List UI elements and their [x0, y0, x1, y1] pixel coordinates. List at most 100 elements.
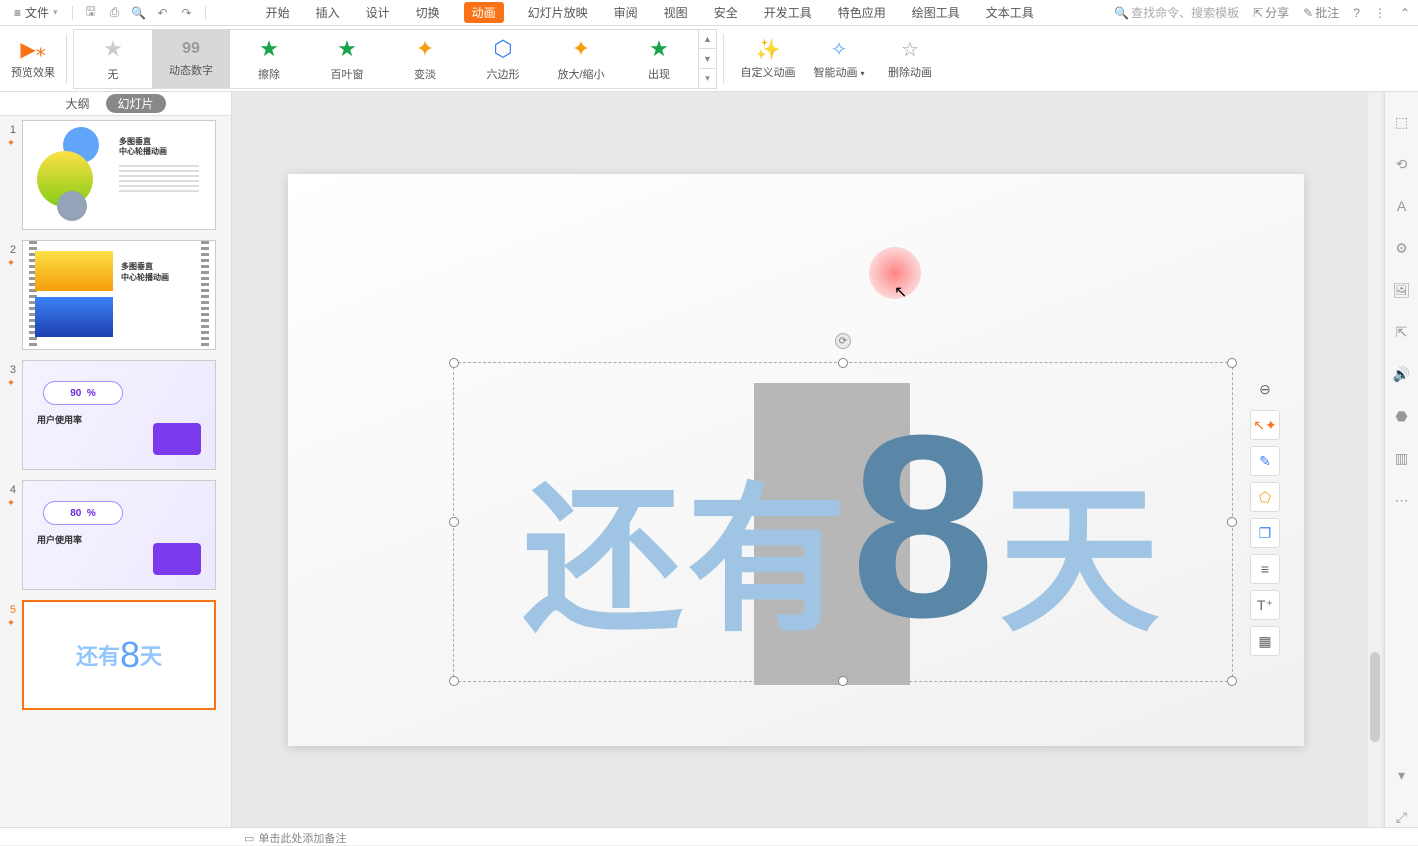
tab-texttools[interactable]: 文本工具 [984, 2, 1036, 23]
slide-thumbnail-1[interactable]: 多图垂直 中心轮播动画 [22, 120, 216, 230]
tab-slideshow[interactable]: 幻灯片放映 [526, 2, 590, 23]
thumb-title: 多图垂直 中心轮播动画 [121, 261, 169, 283]
outline-tab[interactable]: 大纲 [65, 95, 89, 112]
rail-fontfx-icon[interactable]: A [1392, 196, 1412, 216]
delete-anim-icon: ☆ [898, 38, 922, 62]
float-grid-icon[interactable]: ▦ [1250, 626, 1280, 656]
slide-thumbnail-2[interactable]: 多图垂直 中心轮播动画 [22, 240, 216, 350]
vertical-scrollbar[interactable] [1368, 92, 1382, 827]
more-icon[interactable]: ⋮ [1374, 6, 1386, 20]
rail-expand-icon[interactable]: ⤢ [1392, 807, 1412, 827]
help-icon[interactable]: ? [1353, 6, 1360, 20]
share-button[interactable]: ⇱ 分享 [1253, 4, 1289, 21]
tab-security[interactable]: 安全 [712, 2, 740, 23]
search-commands[interactable]: 🔍 查找命令、搜索模板 [1114, 4, 1239, 21]
gallery-scroll: ▲ ▼ ▾ [698, 30, 716, 88]
resize-handle-e[interactable] [1227, 517, 1237, 527]
slide-thumbnail-5[interactable]: 还有8天 [22, 600, 216, 710]
rail-template-icon[interactable]: ▥ [1392, 448, 1412, 468]
slides-tab[interactable]: 幻灯片 [106, 94, 166, 113]
gallery-scroll-up[interactable]: ▲ [699, 30, 716, 50]
float-bucket-icon[interactable]: ⬠ [1250, 482, 1280, 512]
file-menu[interactable]: ≡ 文件 ▾ [8, 4, 64, 21]
tab-transition[interactable]: 切换 [414, 2, 442, 23]
gallery-expand[interactable]: ▾ [699, 69, 716, 88]
save-icon[interactable]: 🖫 [81, 3, 101, 23]
print-icon[interactable]: ⎙ [105, 3, 125, 23]
anim-zoom[interactable]: ✦ 放大/缩小 [542, 30, 620, 88]
slide-thumbnail-4[interactable]: 80 % 用户使用率 [22, 480, 216, 590]
rail-shape-icon[interactable]: ⟲ [1392, 154, 1412, 174]
undo-icon[interactable]: ↶ [153, 3, 173, 23]
gallery-scroll-down[interactable]: ▼ [699, 49, 716, 69]
anim-wipe[interactable]: ★ 擦除 [230, 30, 308, 88]
comment-button[interactable]: ✎ 批注 [1303, 4, 1339, 21]
anim-label: 动态数字 [169, 62, 213, 78]
resize-handle-ne[interactable] [1227, 358, 1237, 368]
resize-handle-se[interactable] [1227, 676, 1237, 686]
print-preview-icon[interactable]: 🔍 [129, 3, 149, 23]
redo-icon[interactable]: ↷ [177, 3, 197, 23]
rail-more-icon[interactable]: ⋯ [1392, 490, 1412, 510]
anim-fade[interactable]: ✦ 变淡 [386, 30, 464, 88]
rail-down-icon[interactable]: ▾ [1392, 765, 1412, 785]
divider [72, 6, 73, 20]
thumbs-list[interactable]: 1 ✦ 多图垂直 中心轮播动画 2 ✦ 多图垂直 中心轮播动画 [0, 116, 231, 827]
thumb-sublabel: 用户使用率 [37, 413, 82, 426]
anim-none[interactable]: ★ 无 [74, 30, 152, 88]
resize-handle-sw[interactable] [449, 676, 459, 686]
topbar: ≡ 文件 ▾ 🖫 ⎙ 🔍 ↶ ↷ 开始 插入 设计 切换 动画 幻灯片放映 审阅… [0, 0, 1418, 26]
tab-view[interactable]: 视图 [662, 2, 690, 23]
float-brush-icon[interactable]: ✎ [1250, 446, 1280, 476]
tab-review[interactable]: 审阅 [612, 2, 640, 23]
anim-label: 放大/缩小 [557, 66, 604, 82]
scrollbar-thumb[interactable] [1370, 652, 1380, 742]
float-align-icon[interactable]: ≡ [1250, 554, 1280, 584]
tab-drawing[interactable]: 绘图工具 [910, 2, 962, 23]
rail-image-icon[interactable]: 🖼 [1392, 280, 1412, 300]
thumb-number: 4 [6, 480, 16, 496]
tab-home[interactable]: 开始 [264, 2, 292, 23]
resize-handle-nw[interactable] [449, 358, 459, 368]
right-task-rail: ⬚ ⟲ A ⚙ 🖼 ⇱ 🔊 ⬣ ▥ ⋯ ▾ ⤢ [1384, 92, 1418, 827]
tab-special[interactable]: 特色应用 [836, 2, 888, 23]
resize-handle-n[interactable] [838, 358, 848, 368]
float-cursor-icon[interactable]: ↖✦ [1250, 410, 1280, 440]
slide-text[interactable]: 还有8天 [454, 423, 1232, 663]
selected-textbox[interactable]: ⟳ 还有8天 [453, 362, 1233, 682]
tab-design[interactable]: 设计 [364, 2, 392, 23]
resize-handle-s[interactable] [838, 676, 848, 686]
custom-anim-label: 自定义动画 [741, 64, 796, 80]
delete-animation-button[interactable]: ☆ 删除动画 [872, 30, 948, 88]
float-textfx-icon[interactable]: T⁺ [1250, 590, 1280, 620]
slide-thumbnail-3[interactable]: 90 % 用户使用率 [22, 360, 216, 470]
float-layers-icon[interactable]: ❐ [1250, 518, 1280, 548]
rail-export-icon[interactable]: ⇱ [1392, 322, 1412, 342]
delete-anim-label: 删除动画 [888, 64, 932, 80]
anim-blinds[interactable]: ★ 百叶窗 [308, 30, 386, 88]
float-collapse-icon[interactable]: ⊖ [1250, 374, 1280, 404]
anim-dynamic-number[interactable]: 99 动态数字 [152, 30, 230, 88]
tab-developer[interactable]: 开发工具 [762, 2, 814, 23]
preview-effect-button[interactable]: ▶⁎ 预览效果 [6, 30, 60, 88]
canvas-area[interactable]: ⟳ 还有8天 ⊖ ↖✦ ✎ [232, 92, 1384, 827]
rail-audio-icon[interactable]: 🔊 [1392, 364, 1412, 384]
resize-handle-w[interactable] [449, 517, 459, 527]
chevron-down-icon: ▾ [53, 7, 58, 18]
anim-hexagon[interactable]: ⬡ 六边形 [464, 30, 542, 88]
smart-animation-button[interactable]: ✧ 智能动画 ▾ [806, 30, 872, 88]
custom-animation-button[interactable]: ✨ 自定义动画 [730, 30, 806, 88]
anim-appear[interactable]: ★ 出现 [620, 30, 698, 88]
slide[interactable]: ⟳ 还有8天 ⊖ ↖✦ ✎ [288, 174, 1304, 746]
rail-settings-icon[interactable]: ⚙ [1392, 238, 1412, 258]
rail-select-icon[interactable]: ⬚ [1392, 112, 1412, 132]
tab-animation[interactable]: 动画 [464, 2, 504, 23]
divider [205, 6, 206, 20]
rail-3d-icon[interactable]: ⬣ [1392, 406, 1412, 426]
rotate-handle[interactable]: ⟳ [835, 333, 851, 349]
collapse-ribbon-icon[interactable]: ⌃ [1400, 6, 1410, 20]
search-placeholder: 查找命令、搜索模板 [1131, 4, 1239, 21]
tab-insert[interactable]: 插入 [314, 2, 342, 23]
divider [723, 34, 724, 84]
notes-placeholder[interactable]: ▭ 单击此处添加备注 [244, 830, 346, 846]
